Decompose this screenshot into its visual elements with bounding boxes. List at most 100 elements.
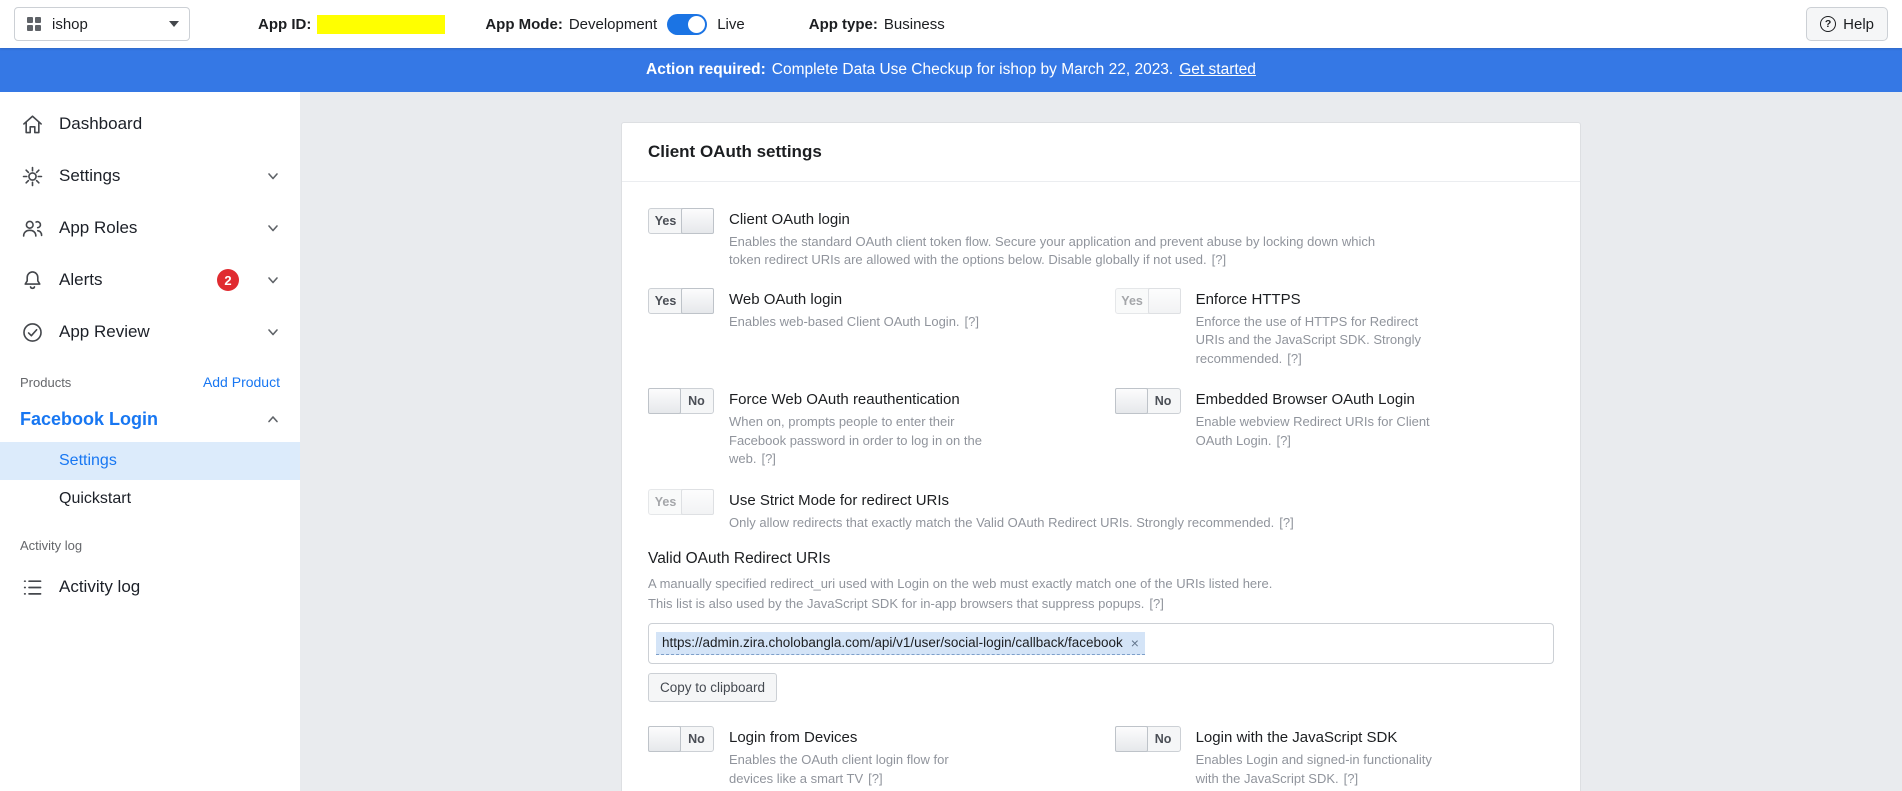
description-text: Enables Login and signed-in functionalit… [1196, 752, 1432, 785]
setting-description: Enables web-based Client OAuth Login. [?] [729, 313, 979, 331]
redirect-uri-value: https://admin.zira.cholobangla.com/api/v… [662, 635, 1123, 650]
sidebar-item-label: Settings [59, 166, 120, 186]
get-started-link[interactable]: Get started [1179, 61, 1256, 79]
setting-description: Enforce the use of HTTPS for Redirect UR… [1196, 313, 1451, 368]
sidebar-item-app-review[interactable]: App Review [0, 306, 300, 358]
toggle-knob [648, 726, 681, 752]
app-mode-toggle[interactable] [667, 14, 707, 35]
web-oauth-login-row: Yes Web OAuth login Enables web-based Cl… [648, 288, 1115, 368]
setting-title: Login from Devices [729, 729, 994, 746]
toggle-state-label: Yes [649, 289, 682, 313]
app-type-label: App type: [809, 16, 878, 33]
help-tooltip-icon[interactable]: [?] [1149, 596, 1163, 611]
description-text: Enables the standard OAuth client token … [729, 234, 1375, 267]
description-text: Only allow redirects that exactly match … [729, 515, 1274, 530]
help-tooltip-icon[interactable]: [?] [1279, 515, 1293, 530]
card-title: Client OAuth settings [622, 123, 1580, 182]
js-sdk-login-toggle[interactable]: No [1115, 726, 1181, 752]
force-reauth-row: No Force Web OAuth reauthentication When… [648, 388, 1115, 468]
toggle-state-label: No [1147, 727, 1180, 751]
login-from-devices-row: No Login from Devices Enables the OAuth … [648, 726, 1115, 788]
toggle-knob [688, 16, 705, 33]
sidebar-item-app-roles[interactable]: App Roles [0, 202, 300, 254]
setting-title: Login with the JavaScript SDK [1196, 729, 1451, 746]
help-tooltip-icon[interactable]: [?] [1276, 433, 1290, 448]
description-text: This list is also used by the JavaScript… [648, 596, 1144, 611]
description-text: Enable webview Redirect URIs for Client … [1196, 414, 1430, 447]
setting-description: Enables Login and signed-in functionalit… [1196, 751, 1451, 788]
embedded-browser-toggle[interactable]: No [1115, 388, 1181, 414]
strict-mode-toggle: Yes [648, 489, 714, 515]
client-oauth-settings-card: Client OAuth settings Yes Client OAuth l… [621, 122, 1581, 791]
banner-bold-text: Action required: [646, 61, 766, 79]
main-content: Client OAuth settings Yes Client OAuth l… [300, 92, 1902, 791]
toggle-state-label: No [680, 727, 713, 751]
description-text: Enables web-based Client OAuth Login. [729, 314, 960, 329]
client-oauth-login-row: Yes Client OAuth login Enables the stand… [648, 208, 1554, 270]
add-product-link[interactable]: Add Product [203, 374, 280, 390]
login-from-devices-toggle[interactable]: No [648, 726, 714, 752]
app-id-group: App ID: [258, 15, 445, 34]
redirect-uris-section: Valid OAuth Redirect URIs A manually spe… [648, 550, 1554, 702]
sidebar-item-facebook-login[interactable]: Facebook Login [0, 396, 300, 442]
action-required-banner: Action required: Complete Data Use Check… [0, 48, 1902, 92]
sidebar-item-fb-login-settings[interactable]: Settings [0, 442, 300, 480]
description-text: Enables the OAuth client login flow for … [729, 752, 949, 785]
app-id-redacted-value [317, 15, 445, 34]
sidebar-item-settings[interactable]: Settings [0, 150, 300, 202]
embedded-browser-row: No Embedded Browser OAuth Login Enable w… [1115, 388, 1554, 468]
help-tooltip-icon[interactable]: [?] [1287, 351, 1301, 366]
chevron-up-icon [266, 412, 280, 426]
toggle-state-label: Yes [649, 209, 682, 233]
app-type-value: Business [884, 16, 945, 33]
sidebar-item-alerts[interactable]: Alerts 2 [0, 254, 300, 306]
copy-to-clipboard-button[interactable]: Copy to clipboard [648, 673, 777, 702]
top-bar: ishop App ID: App Mode: Development Live… [0, 0, 1902, 48]
sidebar-item-label: Alerts [59, 270, 102, 290]
toggle-knob [681, 208, 714, 234]
setting-title: Force Web OAuth reauthentication [729, 391, 994, 408]
sidebar-item-fb-login-quickstart[interactable]: Quickstart [0, 480, 300, 518]
help-tooltip-icon[interactable]: [?] [965, 314, 979, 329]
sub-item-label: Settings [59, 452, 117, 470]
setting-description: Enable webview Redirect URIs for Client … [1196, 413, 1451, 450]
toggle-knob [1148, 288, 1181, 314]
redirect-uris-input[interactable]: https://admin.zira.cholobangla.com/api/v… [648, 623, 1554, 664]
setting-title: Web OAuth login [729, 291, 979, 308]
description-line: This list is also used by the JavaScript… [648, 594, 1554, 614]
products-label: Products [20, 375, 71, 390]
chevron-down-icon [266, 169, 280, 183]
setting-title: Enforce HTTPS [1196, 291, 1451, 308]
enforce-https-toggle: Yes [1115, 288, 1181, 314]
app-selector-dropdown[interactable]: ishop [14, 7, 190, 41]
toggle-state-label: No [1147, 389, 1180, 413]
facebook-login-label: Facebook Login [20, 409, 158, 430]
setting-title: Use Strict Mode for redirect URIs [729, 492, 1294, 509]
chip-remove-icon[interactable]: × [1131, 636, 1139, 650]
app-mode-group: App Mode: Development Live [485, 14, 744, 35]
setting-description: Enables the OAuth client login flow for … [729, 751, 994, 788]
sidebar-item-label: Dashboard [59, 114, 142, 134]
help-tooltip-icon[interactable]: [?] [868, 771, 882, 786]
app-grid-icon [25, 15, 43, 33]
check-circle-icon [20, 321, 44, 344]
sidebar-item-activity-log[interactable]: Activity log [0, 561, 300, 613]
help-tooltip-icon[interactable]: [?] [761, 451, 775, 466]
toggle-knob [648, 388, 681, 414]
sidebar-item-dashboard[interactable]: Dashboard [0, 98, 300, 150]
strict-mode-row: Yes Use Strict Mode for redirect URIs On… [648, 489, 1554, 532]
activity-log-section-label: Activity log [0, 518, 300, 561]
setting-description: Only allow redirects that exactly match … [729, 514, 1294, 532]
help-tooltip-icon[interactable]: [?] [1212, 252, 1226, 267]
force-reauth-toggle[interactable]: No [648, 388, 714, 414]
people-icon [20, 217, 44, 240]
help-button[interactable]: ? Help [1806, 7, 1888, 41]
chevron-down-icon [266, 325, 280, 339]
banner-message: Complete Data Use Checkup for ishop by M… [772, 61, 1174, 79]
app-mode-live-label: Live [717, 16, 745, 33]
help-tooltip-icon[interactable]: [?] [1344, 771, 1358, 786]
client-oauth-login-toggle[interactable]: Yes [648, 208, 714, 234]
products-section-header: Products Add Product [0, 358, 300, 396]
web-oauth-login-toggle[interactable]: Yes [648, 288, 714, 314]
description-text: Enforce the use of HTTPS for Redirect UR… [1196, 314, 1421, 366]
